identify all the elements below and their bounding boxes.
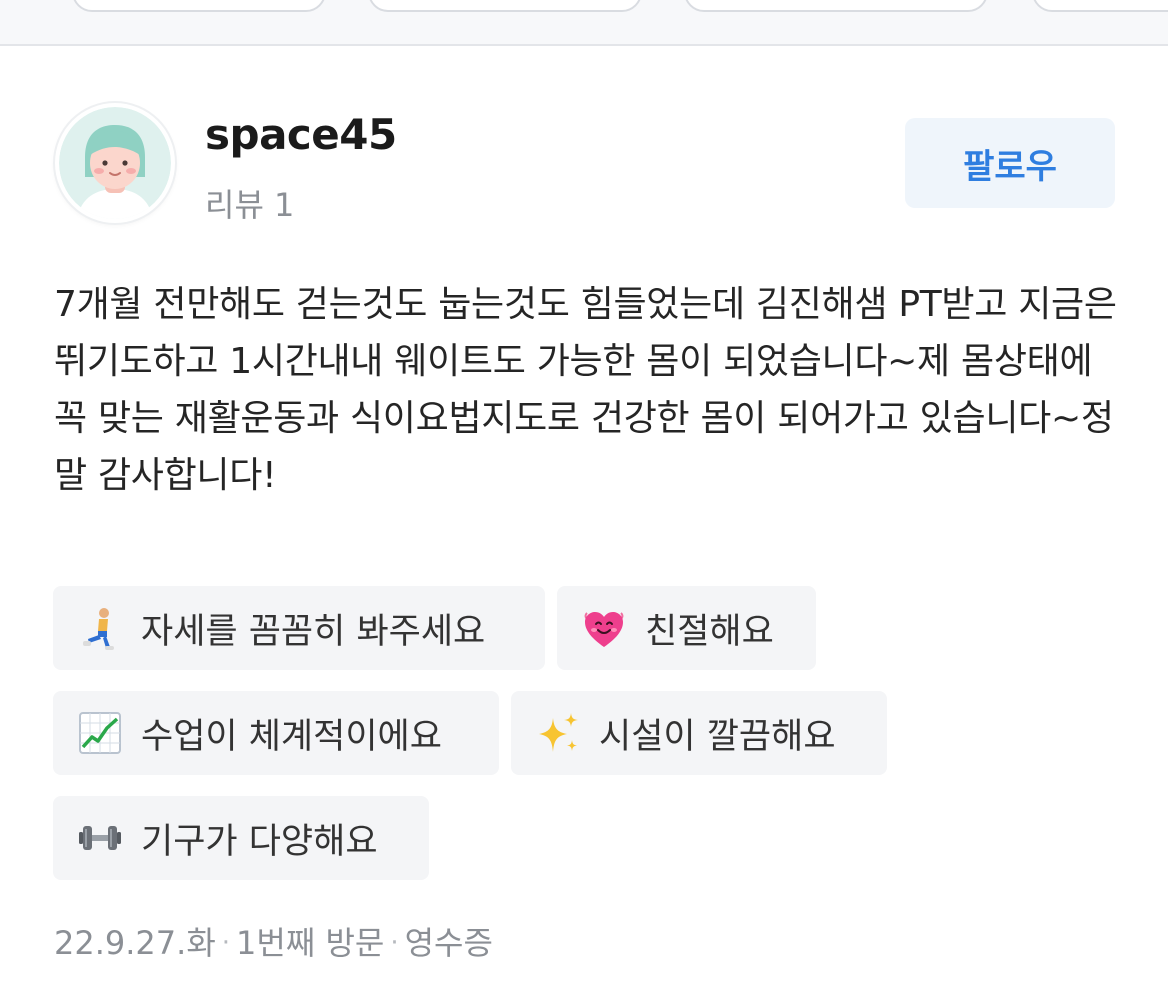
review-count: 리뷰 1: [205, 186, 295, 224]
review-meta: 22.9.27.화 · 1번째 방문 · 영수증: [54, 918, 493, 964]
top-filter-bar: [0, 0, 1168, 46]
filter-chip[interactable]: [1032, 0, 1168, 12]
visit-date: 22.9.27.화: [54, 924, 216, 962]
separator-dot: ·: [390, 928, 399, 958]
avatar[interactable]: [55, 103, 175, 223]
keyword-chip: 수업이 체계적이에요: [53, 691, 499, 775]
filter-chip[interactable]: [684, 0, 988, 12]
keyword-chip: 시설이 깔끔해요: [511, 691, 887, 775]
filter-chip[interactable]: [72, 0, 326, 12]
dumbbell-icon: [77, 815, 123, 861]
keyword-label: 수업이 체계적이에요: [141, 716, 442, 757]
keyword-label: 시설이 깔끔해요: [599, 716, 836, 757]
visit-count: 1번째 방문: [236, 924, 385, 962]
review-text: 7개월 전만해도 걷는것도 눕는것도 힘들었는데 김진해샘 PT받고 지금은 뛰…: [54, 284, 1117, 496]
avatar-illustration: [59, 107, 171, 219]
follow-button[interactable]: 팔로우: [905, 118, 1115, 208]
separator-dot: ·: [221, 928, 231, 958]
keyword-chip: 자세를 꼼꼼히 봐주세요: [53, 586, 545, 670]
sparkles-icon: [535, 710, 581, 756]
keyword-label: 친절해요: [645, 611, 774, 652]
chart-increasing-icon: [77, 710, 123, 756]
heart-face-icon: [581, 605, 627, 651]
keyword-label: 자세를 꼼꼼히 봐주세요: [141, 611, 486, 652]
keyword-chip: 기구가 다양해요: [53, 796, 429, 880]
proof-type: 영수증: [404, 924, 493, 962]
keyword-label: 기구가 다양해요: [141, 821, 378, 862]
username[interactable]: space45: [205, 110, 397, 159]
lunge-person-icon: [77, 605, 123, 651]
filter-chip[interactable]: [368, 0, 642, 12]
keyword-chip: 친절해요: [557, 586, 816, 670]
